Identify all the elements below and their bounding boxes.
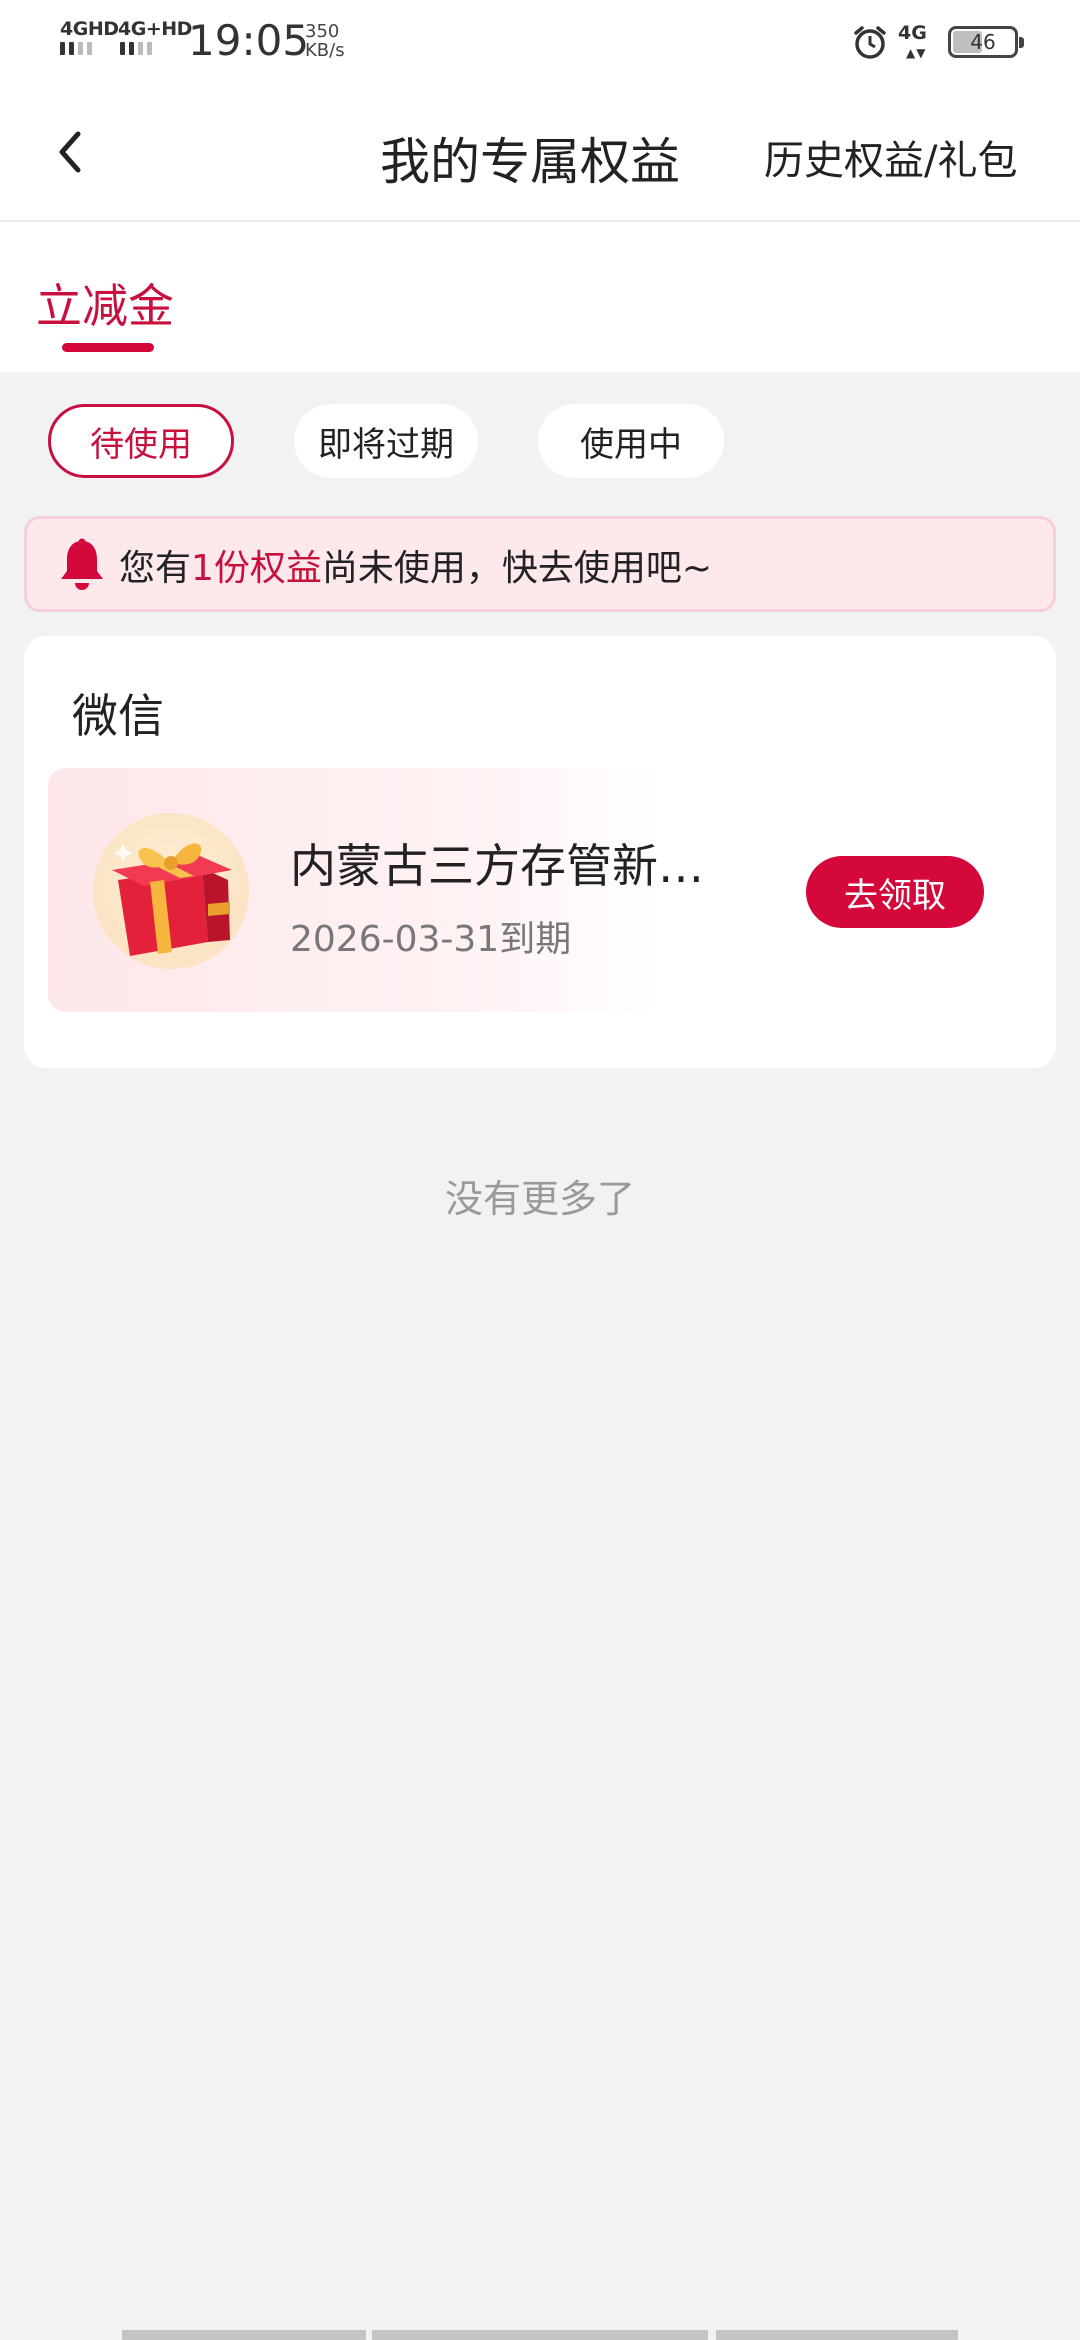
- bell-icon: [61, 538, 103, 590]
- mobile-data-label: 4G: [898, 22, 927, 44]
- battery-level: 46: [970, 30, 996, 54]
- bottom-indicator-segment: [716, 2330, 958, 2340]
- clock: 19:05: [188, 16, 310, 65]
- benefit-item[interactable]: 内蒙古三方存管新… 2026-03-31到期 去领取: [48, 768, 1032, 1012]
- notice-text: 您有1份权益尚未使用，快去使用吧~: [119, 539, 712, 591]
- notice-prefix: 您有: [119, 548, 192, 589]
- page: 4GHD 4G+HD 19:05 350 KB/s 4G ▲▼ 46 我的专属权…: [0, 0, 1080, 2340]
- sim1-signal-icon: [60, 42, 92, 55]
- gift-box-icon: [93, 813, 249, 969]
- history-benefits-link[interactable]: 历史权益/礼包: [764, 128, 1017, 186]
- network-speed-unit: KB/s: [305, 40, 345, 61]
- benefit-name: 内蒙古三方存管新…: [290, 839, 704, 893]
- data-arrows-icon: ▲▼: [906, 46, 927, 60]
- claim-button[interactable]: 去领取: [806, 856, 984, 928]
- status-bar: 4GHD 4G+HD 19:05 350 KB/s 4G ▲▼ 46: [0, 0, 1080, 84]
- nav-header: 我的专属权益 历史权益/礼包: [0, 84, 1080, 222]
- alarm-icon: [854, 26, 886, 59]
- back-arrow-icon[interactable]: [40, 120, 104, 184]
- sim1-network-label: 4GHD: [60, 18, 119, 40]
- benefit-expiry: 2026-03-31到期: [290, 919, 572, 960]
- bottom-indicator-segment: [122, 2330, 366, 2340]
- filter-pending[interactable]: 待使用: [48, 404, 234, 478]
- sim2-network-label: 4G+HD: [118, 18, 192, 40]
- tab-active-indicator: [62, 343, 154, 352]
- filter-in-use[interactable]: 使用中: [538, 404, 724, 478]
- benefit-group-card: 微信 内蒙古三方存管新… 2026-03-31到期 去领取: [24, 636, 1056, 1068]
- unused-notice: 您有1份权益尚未使用，快去使用吧~: [24, 516, 1056, 612]
- category-tabs: 立减金: [0, 222, 1080, 372]
- page-title: 我的专属权益: [380, 133, 680, 191]
- notice-suffix: 尚未使用，快去使用吧~: [321, 548, 713, 589]
- sim2-signal-icon: [120, 42, 152, 55]
- notice-highlight: 1份权益: [191, 548, 322, 589]
- network-speed-value: 350: [305, 21, 340, 42]
- battery-icon: 46: [948, 26, 1024, 58]
- network-speed: 350 KB/s: [305, 22, 345, 60]
- tab-instant-discount[interactable]: 立减金: [36, 270, 174, 336]
- filter-expiring[interactable]: 即将过期: [294, 404, 478, 478]
- group-title: 微信: [72, 689, 164, 743]
- bottom-indicator-segment: [372, 2330, 708, 2340]
- no-more-text: 没有更多了: [444, 1177, 635, 1221]
